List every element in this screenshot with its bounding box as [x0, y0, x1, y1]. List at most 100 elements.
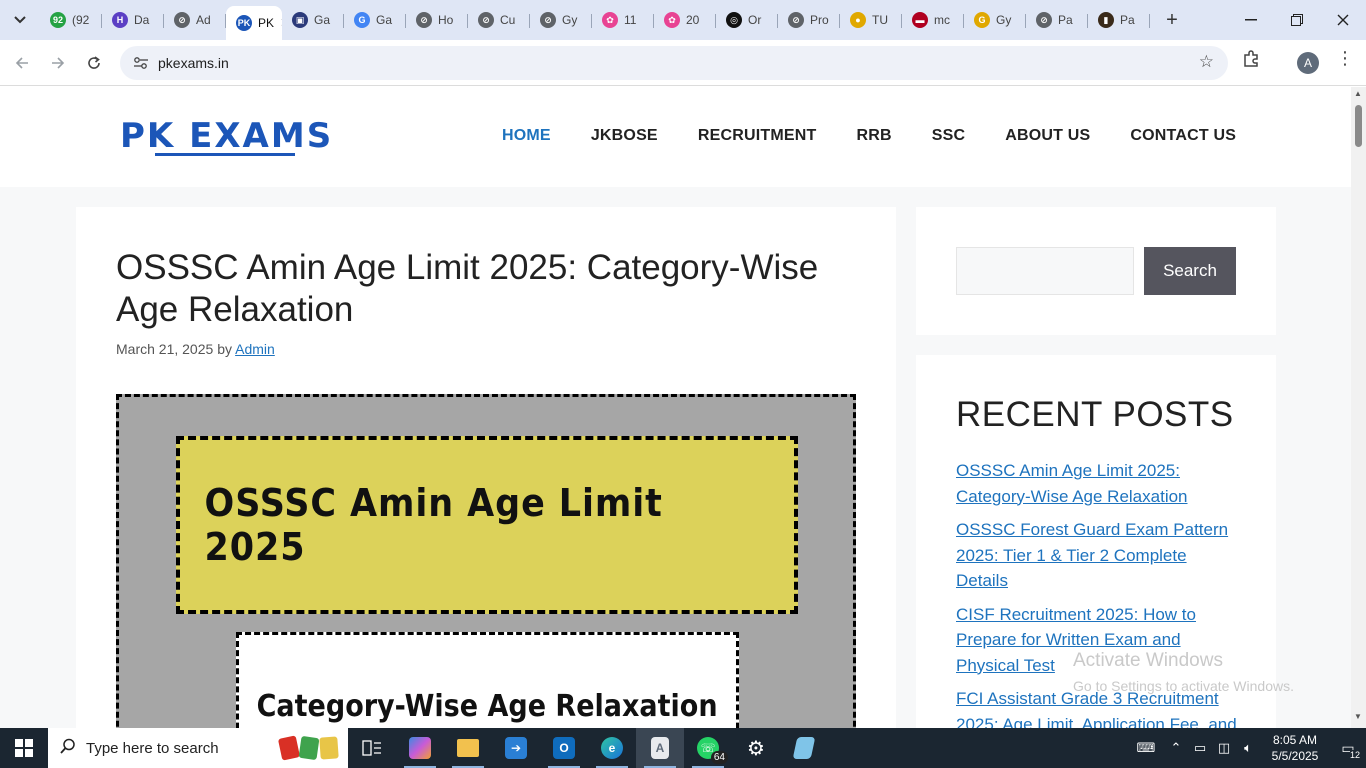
- browser-tab[interactable]: ⊘ Pa: [1026, 4, 1088, 36]
- tab-search-button[interactable]: [6, 6, 34, 34]
- restore-button[interactable]: [1274, 0, 1320, 40]
- reload-icon: [88, 55, 100, 69]
- recent-post-link[interactable]: CISF Recruitment 2025: How to Prepare fo…: [956, 605, 1196, 675]
- site-info-button[interactable]: [126, 56, 156, 70]
- browser-tab[interactable]: ✿ 20: [654, 4, 716, 36]
- reload-button[interactable]: [76, 45, 112, 81]
- power-automate-app[interactable]: ➔: [492, 728, 540, 768]
- browser-tab[interactable]: ⊘ Cu: [468, 4, 530, 36]
- edge-app[interactable]: e: [588, 728, 636, 768]
- recent-posts-title: RECENT POSTS: [956, 395, 1234, 434]
- battery-icon[interactable]: ▭: [1188, 740, 1212, 756]
- page-scrollbar[interactable]: ▲ ▼: [1351, 87, 1366, 728]
- tab-strip: 92(92HDa⊘AdPKPK✕▣GaGGa⊘Ho⊘Cu⊘Gy✿11✿20◎Or…: [0, 0, 1366, 40]
- close-window-button[interactable]: [1320, 0, 1366, 40]
- recent-posts-widget: RECENT POSTS OSSSC Amin Age Limit 2025: …: [916, 355, 1276, 728]
- address-bar[interactable]: pkexams.in ☆: [120, 46, 1228, 80]
- notepad-app[interactable]: [780, 728, 828, 768]
- search-icon: [60, 738, 76, 759]
- new-tab-button[interactable]: +: [1158, 6, 1186, 34]
- file-explorer-app[interactable]: [444, 728, 492, 768]
- taskbar-clock[interactable]: 8:05 AM 5/5/2025: [1260, 732, 1330, 764]
- scroll-up-arrow-icon[interactable]: ▲: [1354, 89, 1362, 98]
- scroll-down-arrow-icon[interactable]: ▼: [1354, 712, 1362, 721]
- tab-favicon-icon: ✿: [664, 12, 680, 28]
- browser-tab[interactable]: G Gy: [964, 4, 1026, 36]
- post-author-link[interactable]: Admin: [235, 341, 275, 357]
- start-button[interactable]: [0, 728, 48, 768]
- task-view-button[interactable]: [348, 728, 396, 768]
- search-highlight-image-icon: [277, 735, 339, 761]
- tab-favicon-icon: ▮: [1098, 12, 1114, 28]
- nav-item-jkbose[interactable]: JKBOSE: [571, 127, 678, 145]
- nav-item-recruitment[interactable]: RECRUITMENT: [678, 127, 837, 145]
- tab-favicon-icon: ⊘: [174, 12, 190, 28]
- browser-tab[interactable]: ✿ 11: [592, 4, 654, 36]
- browser-tab[interactable]: 92 (92: [40, 4, 102, 36]
- whatsapp-app[interactable]: ☏ 64: [684, 728, 732, 768]
- window-controls: [1228, 0, 1366, 40]
- nav-item-rrb[interactable]: RRB: [836, 127, 911, 145]
- nav-item-contact-us[interactable]: CONTACT US: [1110, 127, 1256, 145]
- tab-favicon-icon: H: [112, 12, 128, 28]
- outlook-icon: O: [553, 737, 575, 759]
- bookmark-star-icon[interactable]: ☆: [1199, 52, 1214, 72]
- puzzle-icon: [1244, 50, 1258, 67]
- tab-title: Cu: [500, 13, 516, 27]
- settings-app[interactable]: ⚙: [732, 728, 780, 768]
- browser-tab[interactable]: G Ga: [344, 4, 406, 36]
- browser-tab[interactable]: ▮ Pa: [1088, 4, 1150, 36]
- tab-favicon-icon: ◎: [726, 12, 742, 28]
- browser-tab[interactable]: ▣ Ga: [282, 4, 344, 36]
- browser-tab[interactable]: ⊘ Ad: [164, 4, 226, 36]
- browser-tab[interactable]: ▬ mc: [902, 4, 964, 36]
- tab-favicon-icon: G: [974, 12, 990, 28]
- document-icon: A: [651, 737, 669, 759]
- browser-tab[interactable]: H Da: [102, 4, 164, 36]
- forward-button[interactable]: [40, 45, 76, 81]
- search-input[interactable]: [956, 247, 1134, 295]
- nav-item-ssc[interactable]: SSC: [912, 127, 986, 145]
- profile-avatar[interactable]: A: [1297, 52, 1319, 74]
- tab-title: PK: [258, 16, 275, 30]
- article-card: OSSSC Amin Age Limit 2025: Category-Wise…: [76, 207, 896, 728]
- url-text[interactable]: pkexams.in: [158, 55, 229, 71]
- search-button[interactable]: Search: [1144, 247, 1236, 295]
- browser-tab[interactable]: ● TU: [840, 4, 902, 36]
- chrome-profile-app[interactable]: A: [636, 728, 684, 768]
- nav-item-home[interactable]: HOME: [482, 127, 571, 145]
- nav-item-about-us[interactable]: ABOUT US: [985, 127, 1110, 145]
- minimize-button[interactable]: [1228, 0, 1274, 40]
- site-logo[interactable]: PK EXAMS: [120, 117, 333, 156]
- keyboard-icon[interactable]: ⌨: [1128, 740, 1164, 756]
- browser-tab[interactable]: ◎ Or: [716, 4, 778, 36]
- volume-icon[interactable]: 🔈︎: [1236, 740, 1260, 756]
- recent-post-link[interactable]: FCI Assistant Grade 3 Recruitment 2025: …: [956, 689, 1237, 728]
- recent-post-link[interactable]: OSSSC Amin Age Limit 2025: Category-Wise…: [956, 461, 1188, 506]
- tab-favicon-icon: ⊘: [416, 12, 432, 28]
- browser-tab[interactable]: ⊘ Pro: [778, 4, 840, 36]
- browser-tab[interactable]: ⊘ Gy: [530, 4, 592, 36]
- chevron-up-icon[interactable]: ⌃: [1164, 740, 1188, 756]
- recent-post-link[interactable]: OSSSC Forest Guard Exam Pattern 2025: Ti…: [956, 520, 1228, 590]
- kebab-menu-icon[interactable]: ⋮: [1336, 48, 1354, 69]
- tab-favicon-icon: ⊘: [540, 12, 556, 28]
- post-title: OSSSC Amin Age Limit 2025: Category-Wise…: [116, 248, 819, 329]
- tab-title: Gy: [996, 13, 1012, 27]
- windows-logo-icon: [15, 739, 33, 757]
- outlook-app[interactable]: O: [540, 728, 588, 768]
- copilot-app[interactable]: [396, 728, 444, 768]
- network-icon[interactable]: ◫: [1212, 740, 1236, 756]
- extensions-puzzle-icon[interactable]: [1242, 50, 1260, 73]
- taskbar-search-box[interactable]: Type here to search: [48, 728, 348, 768]
- scroll-thumb[interactable]: [1355, 105, 1362, 147]
- gear-icon: ⚙: [747, 737, 765, 760]
- notification-center-button[interactable]: ▭ 12: [1330, 728, 1366, 768]
- tab-title: Or: [748, 13, 762, 27]
- featured-image-headline-box: OSSSC Amin Age Limit 2025: [176, 436, 798, 614]
- tab-title: Gy: [562, 13, 578, 27]
- back-button[interactable]: [4, 45, 40, 81]
- tab-favicon-icon: PK: [236, 15, 252, 31]
- browser-tab[interactable]: PKPK✕: [226, 6, 282, 40]
- browser-tab[interactable]: ⊘ Ho: [406, 4, 468, 36]
